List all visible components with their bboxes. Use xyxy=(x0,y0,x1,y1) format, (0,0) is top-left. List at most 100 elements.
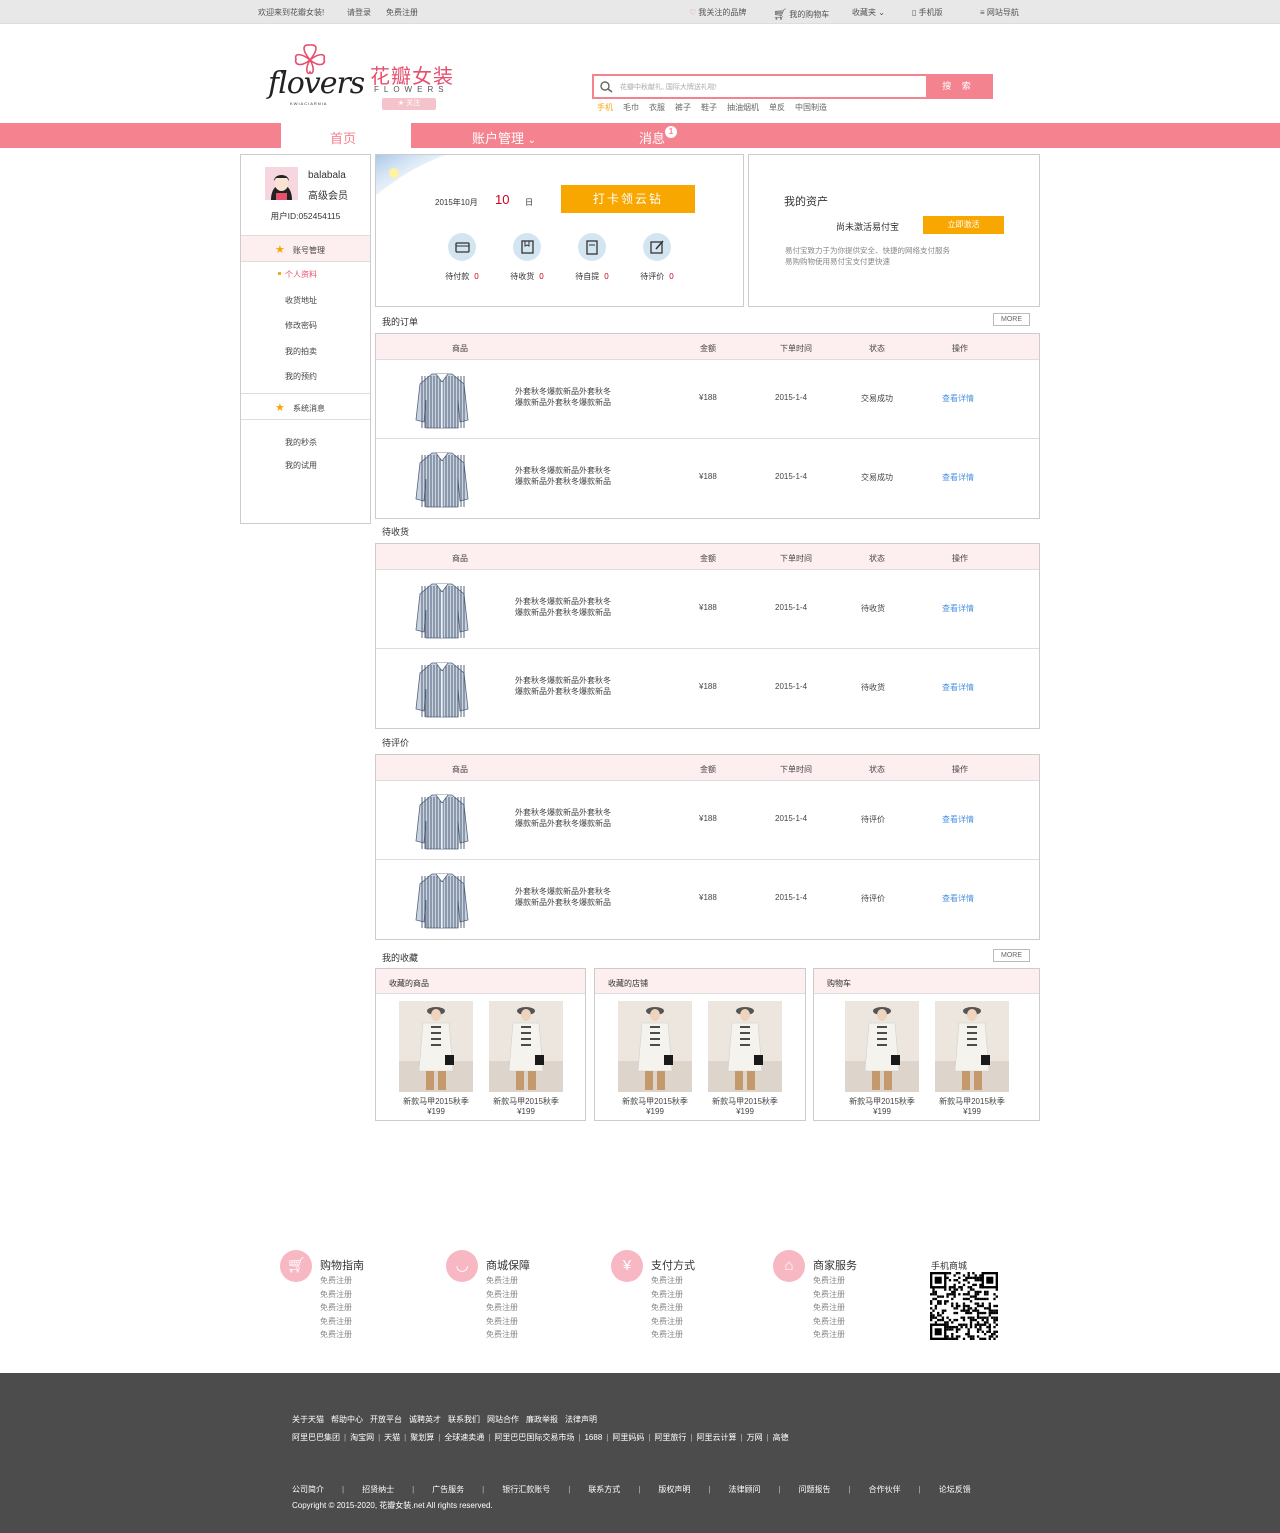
service-link[interactable]: 免费注册 xyxy=(651,1289,683,1300)
hot-keyword[interactable]: 衣服 xyxy=(649,103,665,112)
product-photo[interactable] xyxy=(935,1001,1009,1092)
followed-brands-link[interactable]: ♡ 我关注的品牌 xyxy=(689,7,746,18)
view-details-link[interactable]: 查看详情 xyxy=(942,472,974,483)
footer-link[interactable]: 联系方式 xyxy=(588,1485,651,1494)
service-link[interactable]: 免费注册 xyxy=(320,1302,352,1313)
jacket-thumbnail[interactable] xyxy=(414,370,470,430)
product-photo[interactable] xyxy=(618,1001,692,1092)
service-link[interactable]: 免费注册 xyxy=(651,1316,683,1327)
favorite-item[interactable]: 新款马甲2015秋季 ¥199 xyxy=(618,1001,692,1116)
footer-link[interactable]: 聚划算 xyxy=(410,1433,444,1442)
footer-link[interactable]: 广告服务 xyxy=(432,1485,495,1494)
register-link[interactable]: 免费注册 xyxy=(386,7,418,18)
footer-link[interactable]: 帮助中心 xyxy=(331,1415,363,1424)
hot-keyword[interactable]: 手机 xyxy=(597,103,613,112)
sidebar-section-messages[interactable]: ★ 系统消息 xyxy=(241,393,370,420)
hot-keyword[interactable]: 鞋子 xyxy=(701,103,717,112)
service-link[interactable]: 免费注册 xyxy=(813,1275,845,1286)
view-details-link[interactable]: 查看详情 xyxy=(942,393,974,404)
view-details-link[interactable]: 查看详情 xyxy=(942,893,974,904)
service-link[interactable]: 免费注册 xyxy=(320,1289,352,1300)
sidebar-item-reservations[interactable]: 我的预约 xyxy=(285,371,317,382)
favorites-more-button[interactable]: MORE xyxy=(993,949,1030,962)
service-link[interactable]: 免费注册 xyxy=(813,1329,845,1340)
jacket-thumbnail[interactable] xyxy=(414,659,470,719)
service-link[interactable]: 免费注册 xyxy=(486,1289,518,1300)
jacket-thumbnail[interactable] xyxy=(414,791,470,851)
search-button[interactable]: 搜 索 xyxy=(926,76,991,97)
stat-pending-pickup[interactable]: 待自提 0 xyxy=(562,233,622,281)
footer-link[interactable]: 阿里巴巴集团 xyxy=(292,1433,350,1442)
view-details-link[interactable]: 查看详情 xyxy=(942,814,974,825)
activate-button[interactable]: 立即激活 xyxy=(923,216,1004,234)
footer-link[interactable]: 阿里妈妈 xyxy=(612,1433,654,1442)
product-photo[interactable] xyxy=(845,1001,919,1092)
footer-link[interactable]: 万网 xyxy=(747,1433,773,1442)
service-link[interactable]: 免费注册 xyxy=(813,1289,845,1300)
checkin-button[interactable]: 打卡领云钻 xyxy=(561,185,695,213)
product-name[interactable]: 外套秋冬爆款新品外套秋冬 爆款新品外套秋冬爆款新品 xyxy=(515,886,635,908)
sitemap-link[interactable]: ≡ 网站导航 xyxy=(980,7,1019,18)
footer-link[interactable]: 开放平台 xyxy=(370,1415,402,1424)
sidebar-item-address[interactable]: 收货地址 xyxy=(285,295,317,306)
cart-link[interactable]: 🛒︎ 我的购物车 xyxy=(773,7,829,21)
footer-link[interactable]: 论坛反馈 xyxy=(939,1485,1000,1494)
footer-link[interactable]: 高德 xyxy=(773,1433,797,1442)
nav-messages[interactable]: 消息 xyxy=(639,128,665,147)
view-details-link[interactable]: 查看详情 xyxy=(942,682,974,693)
service-link[interactable]: 免费注册 xyxy=(813,1302,845,1313)
favorite-item[interactable]: 新款马甲2015秋季 ¥199 xyxy=(845,1001,919,1116)
footer-link[interactable]: 阿里云计算 xyxy=(697,1433,747,1442)
service-link[interactable]: 免费注册 xyxy=(486,1316,518,1327)
favorite-item[interactable]: 新款马甲2015秋季 ¥199 xyxy=(399,1001,473,1116)
jacket-thumbnail[interactable] xyxy=(414,580,470,640)
product-name[interactable]: 外套秋冬爆款新品外套秋冬 爆款新品外套秋冬爆款新品 xyxy=(515,596,635,618)
product-name[interactable]: 外套秋冬爆款新品外套秋冬 爆款新品外套秋冬爆款新品 xyxy=(515,675,635,697)
view-details-link[interactable]: 查看详情 xyxy=(942,603,974,614)
jacket-thumbnail[interactable] xyxy=(414,870,470,930)
footer-link[interactable]: 淘宝网 xyxy=(350,1433,384,1442)
service-link[interactable]: 免费注册 xyxy=(486,1275,518,1286)
stat-pending-receive[interactable]: 待收货 0 xyxy=(497,233,557,281)
follow-button[interactable]: ★ 关注 xyxy=(382,98,436,110)
footer-link[interactable]: 银行汇款账号 xyxy=(502,1485,581,1494)
footer-link[interactable]: 法律顾问 xyxy=(728,1485,791,1494)
favorite-item[interactable]: 新款马甲2015秋季 ¥199 xyxy=(489,1001,563,1116)
service-link[interactable]: 免费注册 xyxy=(486,1302,518,1313)
sidebar-item-trials[interactable]: 我的试用 xyxy=(285,460,317,471)
favorite-item[interactable]: 新款马甲2015秋季 ¥199 xyxy=(935,1001,1009,1116)
product-name[interactable]: 外套秋冬爆款新品外套秋冬 爆款新品外套秋冬爆款新品 xyxy=(515,386,635,408)
sidebar-item-auctions[interactable]: 我的拍卖 xyxy=(285,346,317,357)
product-photo[interactable] xyxy=(399,1001,473,1092)
footer-link[interactable]: 网站合作 xyxy=(487,1415,519,1424)
footer-link[interactable]: 招贤纳士 xyxy=(362,1485,425,1494)
service-link[interactable]: 免费注册 xyxy=(813,1316,845,1327)
hot-keyword[interactable]: 毛巾 xyxy=(623,103,639,112)
favorite-item[interactable]: 新款马甲2015秋季 ¥199 xyxy=(708,1001,782,1116)
footer-link[interactable]: 法律声明 xyxy=(565,1415,597,1424)
footer-link[interactable]: 诚聘英才 xyxy=(409,1415,441,1424)
service-link[interactable]: 免费注册 xyxy=(320,1316,352,1327)
avatar[interactable] xyxy=(265,167,298,200)
footer-link[interactable]: 合作伙伴 xyxy=(869,1485,932,1494)
footer-link[interactable]: 阿里旅行 xyxy=(654,1433,696,1442)
footer-link[interactable]: 问题报告 xyxy=(799,1485,862,1494)
product-name[interactable]: 外套秋冬爆款新品外套秋冬 爆款新品外套秋冬爆款新品 xyxy=(515,465,635,487)
login-link[interactable]: 请登录 xyxy=(347,7,371,18)
sidebar-item-password[interactable]: 修改密码 xyxy=(285,320,317,331)
footer-link[interactable]: 版权声明 xyxy=(658,1485,721,1494)
footer-link[interactable]: 阿里巴巴国际交易市场 xyxy=(494,1433,584,1442)
stat-pending-payment[interactable]: 待付款 0 xyxy=(432,233,492,281)
service-link[interactable]: 免费注册 xyxy=(320,1275,352,1286)
orders-more-button[interactable]: MORE xyxy=(993,313,1030,326)
nav-home[interactable]: 首页 xyxy=(330,128,356,147)
footer-link[interactable]: 公司简介 xyxy=(292,1485,355,1494)
sidebar-item-profile[interactable]: 个人资料 xyxy=(278,269,317,280)
mobile-link[interactable]: ▯ 手机版 xyxy=(912,7,943,18)
footer-link[interactable]: 联系我们 xyxy=(448,1415,480,1424)
service-link[interactable]: 免费注册 xyxy=(651,1302,683,1313)
sidebar-item-flash-sale[interactable]: 我的秒杀 xyxy=(285,437,317,448)
stat-pending-review[interactable]: 待评价 0 xyxy=(627,233,687,281)
nav-account[interactable]: 账户管理 ⌄ xyxy=(472,128,536,147)
sidebar-section-account[interactable]: ★ 账号管理 xyxy=(241,235,370,262)
